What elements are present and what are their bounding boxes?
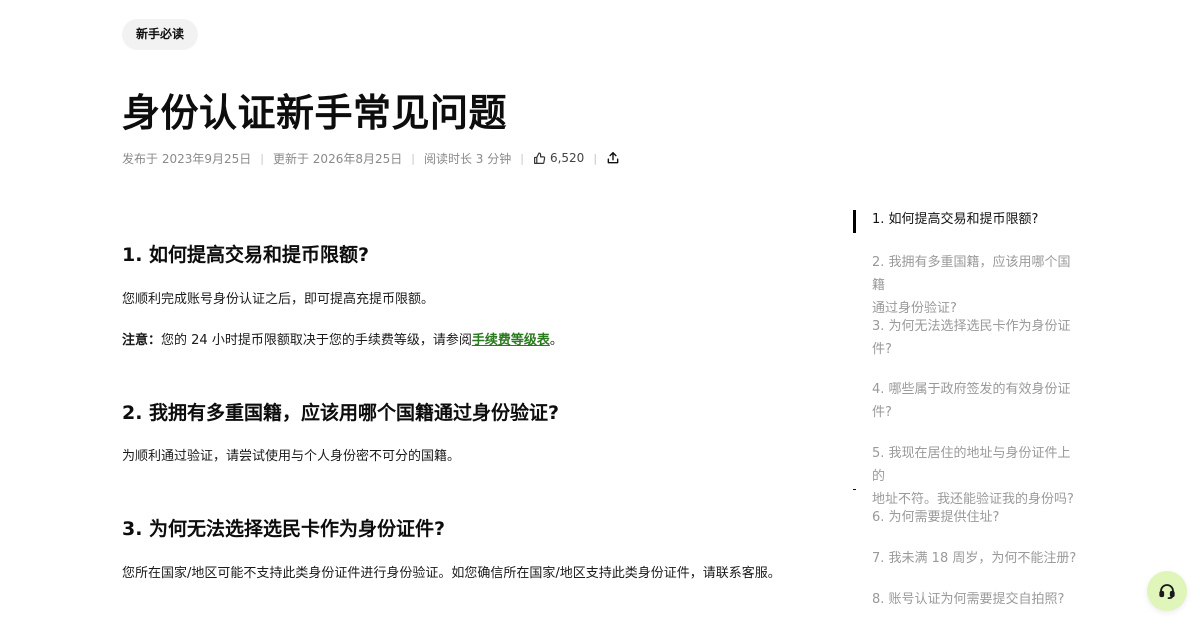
thumbs-up-icon <box>533 151 546 164</box>
note-text: 您的 24 小时提币限额取决于您的手续费等级，请参阅 <box>161 333 472 348</box>
meta-separator: | <box>260 151 264 165</box>
share-button[interactable] <box>606 151 620 165</box>
toc-item-3[interactable]: 3. 为何无法选择选民卡作为身份证 件? <box>853 315 1071 361</box>
article-page: 新手必读 身份认证新手常见问题 发布于 2023年9月25日 | 更新于 202… <box>0 0 1200 625</box>
meta-separator: | <box>520 151 524 165</box>
note-label: 注意： <box>122 333 162 348</box>
toc-item-8[interactable]: 8. 账号认证为何需要提交自拍照? <box>853 588 1064 611</box>
fee-tier-link[interactable]: 手续费等级表 <box>472 333 550 348</box>
article-meta: 发布于 2023年9月25日 | 更新于 2026年8月25日 | 阅读时长 3… <box>122 148 620 168</box>
toc-item-label: 6. 为何需要提供住址? <box>872 510 1000 525</box>
toc-item-label: 4. 哪些属于政府签发的有效身份证 <box>872 382 1071 397</box>
headset-icon <box>1159 584 1175 600</box>
updated-date: 更新于 2026年8月25日 <box>272 151 403 166</box>
like-count: 6,520 <box>549 151 585 165</box>
section-note-1: 注意：您的 24 小时提币限额取决于您的手续费等级，请参阅手续费等级表。 <box>122 329 563 348</box>
page-title: 身份认证新手常见问题 <box>122 91 508 135</box>
section-heading-2: 2. 我拥有多重国籍，应该用哪个国籍通过身份验证? <box>122 402 560 424</box>
toc-item-label: 2. 我拥有多重国籍，应该用哪个国籍 <box>872 255 1071 293</box>
toc-item-label: 8. 账号认证为何需要提交自拍照? <box>872 592 1065 607</box>
meta-separator: | <box>593 151 598 165</box>
section-heading-3: 3. 为何无法选择选民卡作为身份证件? <box>122 518 446 540</box>
customer-support-button[interactable] <box>1147 571 1187 611</box>
section-paragraph-2: 为顺利通过验证，请尝试使用与个人身份密不可分的国籍。 <box>122 449 461 464</box>
like-button[interactable]: 6,520 <box>533 151 584 165</box>
toc-item-6[interactable]: 6. 为何需要提供住址? <box>853 506 999 529</box>
toc-item-label: 1. 如何提高交易和提币限额? <box>872 212 1039 227</box>
toc-item-label-line2: 件? <box>872 342 892 357</box>
section-paragraph-3: 您所在国家/地区可能不支持此类身份证件进行身份验证。如您确信所在国家/地区支持此… <box>122 566 781 581</box>
toc-item-4[interactable]: 4. 哪些属于政府签发的有效身份证 件? <box>853 378 1071 424</box>
toc-progress-mark <box>853 489 856 490</box>
note-end: 。 <box>549 333 563 348</box>
toc-item-1[interactable]: 1. 如何提高交易和提币限额? <box>853 208 1039 233</box>
category-tag[interactable]: 新手必读 <box>122 19 199 50</box>
toc-item-label: 7. 我未满 18 周岁，为何不能注册? <box>872 551 1077 566</box>
toc-item-label-line2: 件? <box>872 405 892 420</box>
toc-item-5[interactable]: 5. 我现在居住的地址与身份证件上的 地址不符。我还能验证我的身份吗? <box>853 442 1083 511</box>
toc-item-label: 5. 我现在居住的地址与身份证件上的 <box>872 446 1071 484</box>
meta-separator: | <box>411 151 415 165</box>
toc-item-2[interactable]: 2. 我拥有多重国籍，应该用哪个国籍 通过身份验证? <box>853 251 1083 320</box>
share-icon <box>607 152 619 164</box>
toc-item-7[interactable]: 7. 我未满 18 周岁，为何不能注册? <box>853 547 1076 570</box>
toc-item-label: 3. 为何无法选择选民卡作为身份证 <box>872 319 1071 334</box>
read-time: 阅读时长 3 分钟 <box>423 151 512 166</box>
section-paragraph-1: 您顺利完成账号身份认证之后，即可提高充提币限额。 <box>122 292 435 307</box>
published-date: 发布于 2023年9月25日 <box>122 151 252 166</box>
section-heading-1: 1. 如何提高交易和提币限额? <box>122 244 370 266</box>
